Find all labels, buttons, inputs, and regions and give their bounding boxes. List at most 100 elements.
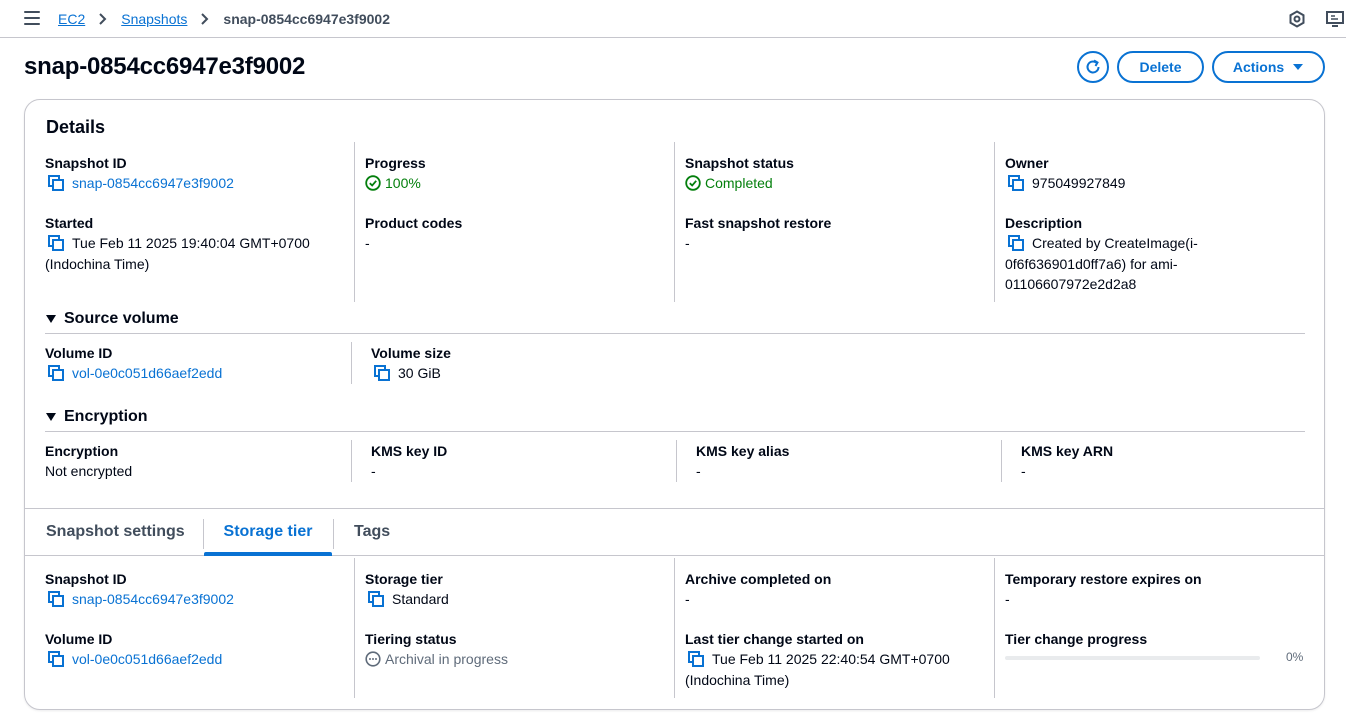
field-label: Product codes [365, 215, 463, 231]
tier-volume-id-field: Volume ID vol-0e0c051d66aef2edd [45, 629, 222, 670]
copy-icon[interactable] [48, 365, 64, 381]
column-divider [994, 558, 995, 698]
field-label: KMS key ARN [1021, 443, 1114, 459]
temporary-restore-expires-field: Temporary restore expires on - [1005, 569, 1202, 609]
temporary-restore-expires-value: - [1005, 591, 1010, 607]
copy-icon[interactable] [368, 591, 384, 607]
volume-id-link[interactable]: vol-0e0c051d66aef2edd [72, 363, 222, 383]
tab-label: Snapshot settings [46, 523, 185, 540]
started-field: Started Tue Feb 11 2025 19:40:04 GMT+070… [45, 213, 310, 274]
status-success-icon [685, 175, 701, 191]
menu-icon[interactable] [24, 11, 40, 25]
field-label: Encryption [45, 443, 119, 459]
page-title: snap-0854cc6947e3f9002 [24, 53, 306, 80]
copy-icon[interactable] [48, 591, 64, 607]
field-label: Last tier change started on [685, 631, 864, 647]
field-label: Volume size [371, 345, 451, 361]
breadcrumb-ec2-link[interactable]: EC2 [58, 11, 85, 27]
tab-storage-tier[interactable]: Storage tier [204, 509, 332, 556]
volume-id-field: Volume ID vol-0e0c051d66aef2edd [45, 343, 222, 384]
copy-icon[interactable] [1008, 175, 1024, 191]
actions-label: Actions [1232, 59, 1285, 75]
tab-label: Storage tier [223, 523, 313, 540]
tabs: Snapshot settings Storage tier Tags [25, 508, 1324, 556]
copy-icon[interactable] [48, 651, 64, 667]
field-label: Tiering status [365, 631, 457, 647]
copy-icon[interactable] [1008, 235, 1024, 251]
breadcrumb: EC2 Snapshots snap-0854cc6947e3f9002 [58, 10, 390, 28]
breadcrumb-current: snap-0854cc6947e3f9002 [223, 11, 390, 27]
section-title: Encryption [64, 408, 148, 425]
field-label: Snapshot ID [45, 571, 127, 587]
copy-icon[interactable] [688, 651, 704, 667]
tiering-status-value: Archival in progress [385, 651, 508, 667]
column-divider [354, 142, 355, 302]
column-divider [351, 440, 352, 482]
owner-field: Owner 975049927849 [1005, 153, 1125, 194]
source-volume-section-toggle[interactable]: Source volume [46, 310, 179, 328]
field-label: KMS key ID [371, 443, 448, 459]
feedback-icon[interactable] [1326, 10, 1344, 28]
archive-completed-on-field: Archive completed on - [685, 569, 831, 609]
snapshot-status-value: Completed [705, 175, 773, 191]
column-divider [674, 142, 675, 302]
description-field: Description Created by CreateImage(i- 0f… [1005, 213, 1198, 294]
refresh-button[interactable] [1077, 51, 1109, 83]
fast-snapshot-restore-field: Fast snapshot restore - [685, 213, 831, 253]
kms-key-arn-value: - [1021, 463, 1026, 479]
copy-icon[interactable] [374, 365, 390, 381]
kms-key-id-field: KMS key ID - [371, 441, 447, 481]
kms-key-alias-value: - [696, 463, 701, 479]
snapshot-id-link[interactable]: snap-0854cc6947e3f9002 [72, 173, 234, 193]
field-label: Volume ID [45, 631, 113, 647]
snapshot-status-field: Snapshot status Completed [685, 153, 794, 194]
tier-snapshot-id-link[interactable]: snap-0854cc6947e3f9002 [72, 589, 234, 609]
product-codes-value: - [365, 235, 370, 251]
section-title: Source volume [64, 310, 179, 327]
storage-tier-field: Storage tier Standard [365, 569, 449, 610]
refresh-icon [1086, 59, 1100, 74]
kms-key-id-value: - [371, 463, 376, 479]
kms-key-alias-field: KMS key alias - [696, 441, 789, 481]
tab-snapshot-settings[interactable]: Snapshot settings [46, 509, 185, 555]
section-divider [45, 333, 1305, 334]
last-tier-change-timezone: (Indochina Time) [685, 672, 790, 688]
column-divider [354, 558, 355, 698]
tiering-status-field: Tiering status Archival in progress [365, 629, 508, 670]
breadcrumb-snapshots-link[interactable]: Snapshots [121, 11, 187, 27]
field-label: Storage tier [365, 571, 443, 587]
caret-expanded-icon [46, 413, 56, 421]
status-success-icon [365, 175, 381, 191]
field-label: Tier change progress [1005, 631, 1148, 647]
copy-icon[interactable] [48, 235, 64, 251]
tab-tags[interactable]: Tags [354, 509, 390, 555]
settings-icon[interactable] [1288, 10, 1306, 28]
active-tab-indicator [204, 552, 332, 556]
encryption-field: Encryption Not encrypted [45, 441, 132, 481]
tab-divider [333, 519, 334, 549]
volume-size-field: Volume size 30 GiB [371, 343, 451, 384]
column-divider [674, 558, 675, 698]
section-divider [45, 431, 1305, 432]
archive-completed-on-value: - [685, 591, 690, 607]
encryption-section-toggle[interactable]: Encryption [46, 408, 148, 426]
column-divider [676, 440, 677, 482]
status-in-progress-icon [365, 651, 381, 667]
last-tier-change-field: Last tier change started on Tue Feb 11 2… [685, 629, 950, 690]
snapshot-id-field: Snapshot ID snap-0854cc6947e3f9002 [45, 153, 234, 194]
description-line-3: 01106607972e2d2a8 [1005, 276, 1137, 292]
chevron-right-icon [196, 10, 214, 28]
fast-snapshot-restore-value: - [685, 235, 690, 251]
field-label: Fast snapshot restore [685, 215, 832, 231]
actions-dropdown-button[interactable]: Actions [1212, 51, 1325, 83]
field-label: KMS key alias [696, 443, 790, 459]
description-line-2: 0f6f636901d0ff7a6) for ami- [1005, 256, 1178, 272]
tier-snapshot-id-field: Snapshot ID snap-0854cc6947e3f9002 [45, 569, 234, 610]
field-label: Owner [1005, 155, 1049, 171]
tier-volume-id-link[interactable]: vol-0e0c051d66aef2edd [72, 649, 222, 669]
progress-field: Progress 100% [365, 153, 426, 194]
copy-icon[interactable] [48, 175, 64, 191]
owner-value: 975049927849 [1032, 175, 1126, 191]
delete-button[interactable]: Delete [1117, 51, 1204, 83]
kms-key-arn-field: KMS key ARN - [1021, 441, 1113, 481]
